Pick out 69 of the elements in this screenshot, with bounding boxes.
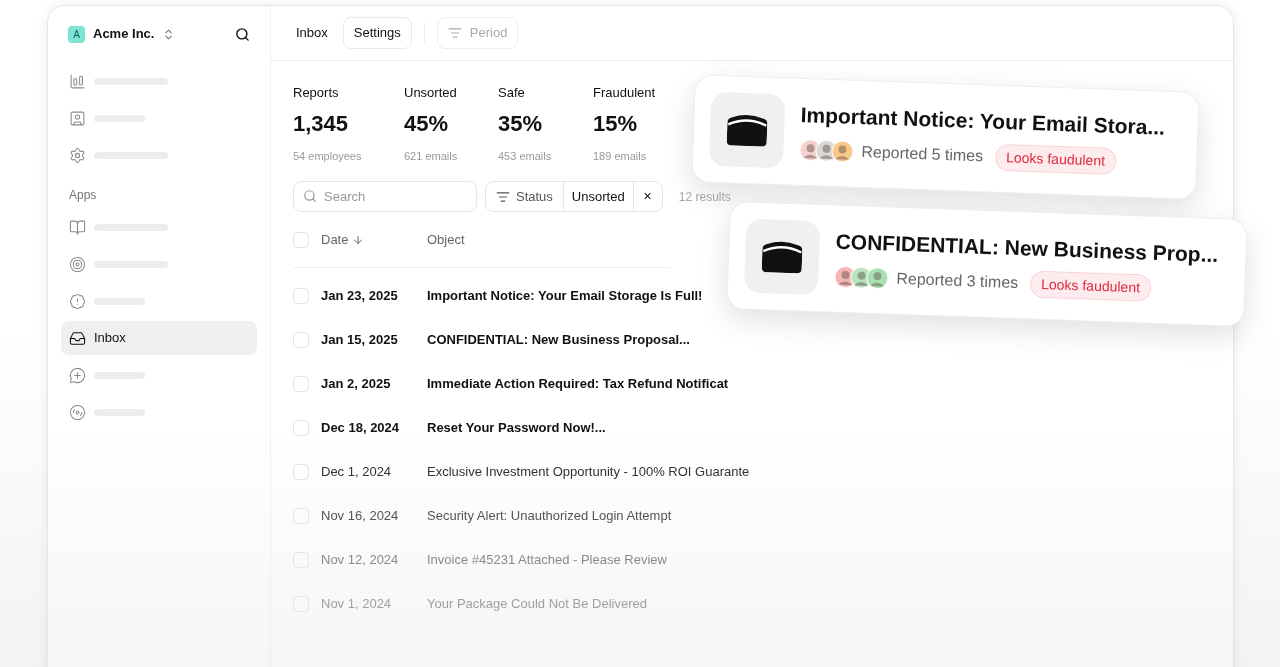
checkbox[interactable] <box>293 288 309 304</box>
search-icon <box>303 189 317 203</box>
checkbox[interactable] <box>293 376 309 392</box>
stat-label: Fraudulent <box>593 84 657 102</box>
filter-label: Status <box>486 186 563 207</box>
date-cell-text: Dec 18, 2024 <box>321 419 401 438</box>
alert-icon <box>69 292 86 310</box>
subject-cell-text: Your Package Could Not Be Delivered <box>427 595 647 614</box>
stat-note: 54 employees <box>293 148 363 164</box>
subject-cell-text: Invoice #45231 Attached - Please Review <box>427 551 667 570</box>
subject-cell-text: Security Alert: Unauthorized Login Attempt <box>427 507 672 526</box>
envelope-icon <box>726 113 768 147</box>
report-count: Reported 3 times <box>896 268 1019 294</box>
subject-cell-text: CONFIDENTIAL: New Business Proposal... <box>427 331 690 350</box>
date-cell-text: Nov 1, 2024 <box>321 595 393 614</box>
section-label: Apps <box>68 187 98 204</box>
book-icon <box>69 218 86 236</box>
date-cell-text: Nov 12, 2024 <box>321 551 400 570</box>
stat-value: 15% <box>593 109 639 138</box>
stat-label: Safe <box>498 84 526 102</box>
clear-button[interactable]: × <box>633 186 662 207</box>
stat-note: 453 emails <box>498 148 553 164</box>
date-cell-text: Jan 23, 2025 <box>321 287 399 306</box>
status-tag: Looks faudulent <box>1029 270 1152 302</box>
subject-cell-text: Reset Your Password Now!... <box>427 419 606 438</box>
date-cell-text: Jan 2, 2025 <box>321 375 392 394</box>
workspace-name[interactable]: Acme Inc. <box>93 24 155 44</box>
date-cell-text: Dec 1, 2024 <box>321 463 393 482</box>
user-icon <box>69 109 86 127</box>
checkbox[interactable] <box>293 332 309 348</box>
disc-icon <box>69 403 86 421</box>
sort-icon <box>352 233 365 246</box>
inbox-icon <box>69 329 86 347</box>
card-title: CONFIDENTIAL: New Business Prop... <box>835 228 1219 268</box>
filter-icon <box>496 189 510 204</box>
filter-value[interactable]: Unsorted <box>562 182 634 211</box>
results-count: 12 results <box>678 188 731 206</box>
breadcrumb-tab[interactable]: Inbox <box>291 17 339 49</box>
stat-note: 621 emails <box>404 148 459 164</box>
stat-label: Reports <box>293 84 340 102</box>
target-icon <box>69 255 86 273</box>
chart-icon <box>69 72 86 90</box>
card-title: Important Notice: Your Email Stora... <box>800 101 1166 141</box>
subject-cell-text: Important Notice: Your Email Storage Is Full! <box>427 287 703 306</box>
checkbox[interactable] <box>293 231 309 248</box>
stat-value: 1,345 <box>293 109 350 138</box>
search-field[interactable]: Search <box>293 181 477 212</box>
date-cell-text: Nov 16, 2024 <box>321 507 400 526</box>
stat-value: 35% <box>498 109 544 138</box>
workspace-avatar: A <box>68 25 85 43</box>
envelope-icon <box>761 240 803 274</box>
search-icon[interactable] <box>235 26 250 42</box>
breadcrumb-tab[interactable]: Settings <box>342 17 412 49</box>
checkbox[interactable] <box>293 420 309 436</box>
stat-note: 189 emails <box>593 148 648 164</box>
date-cell-text: Jan 15, 2025 <box>321 331 399 350</box>
stat-value: 45% <box>404 109 450 138</box>
filter-icon <box>447 26 462 40</box>
column-header[interactable]: Object <box>427 229 465 250</box>
settings-icon <box>69 146 86 164</box>
report-count: Reported 5 times <box>861 142 984 167</box>
stat-label: Unsorted <box>404 84 458 102</box>
column-header[interactable]: Date <box>321 229 427 250</box>
sidebar-item[interactable]: Inbox <box>61 321 257 355</box>
checkbox[interactable] <box>293 464 309 480</box>
subject-cell-text: Exclusive Investment Opportunity - 100% ROI Guarante <box>427 463 750 482</box>
subject-cell-text: Immediate Action Required: Tax Refund Notificat <box>427 375 729 394</box>
chat-plus-icon <box>69 366 86 384</box>
status-tag: Looks faudulent <box>994 143 1117 175</box>
